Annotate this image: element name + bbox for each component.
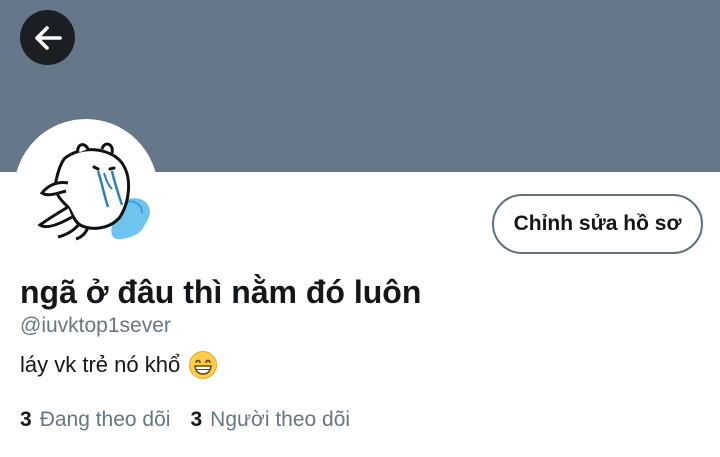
followers-stat[interactable]: 3 Người theo dõi <box>190 408 350 432</box>
profile-stats: 3 Đang theo dõi 3 Người theo dõi <box>20 408 350 432</box>
arrow-left-icon <box>34 25 62 50</box>
following-count: 3 <box>20 408 32 431</box>
followers-label: Người theo dõi <box>210 408 351 431</box>
cartoon-bear-avatar-icon <box>37 142 150 241</box>
followers-count: 3 <box>190 408 203 431</box>
profile-display-name: ngã ở đâu thì nằm đó luôn <box>20 274 422 310</box>
profile-bio: láy vk trẻ nó khổ <box>20 350 218 380</box>
bio-text: láy vk trẻ nó khổ <box>20 352 181 377</box>
grinning-face-icon <box>189 351 218 379</box>
following-label: Đang theo dõi <box>39 408 171 431</box>
profile-avatar[interactable] <box>14 119 158 263</box>
edit-profile-button[interactable]: Chỉnh sửa hồ sơ <box>492 194 703 254</box>
profile-handle: @iuvktop1sever <box>20 314 171 337</box>
back-button[interactable] <box>20 10 75 65</box>
following-stat[interactable]: 3 Đang theo dõi <box>20 408 170 432</box>
